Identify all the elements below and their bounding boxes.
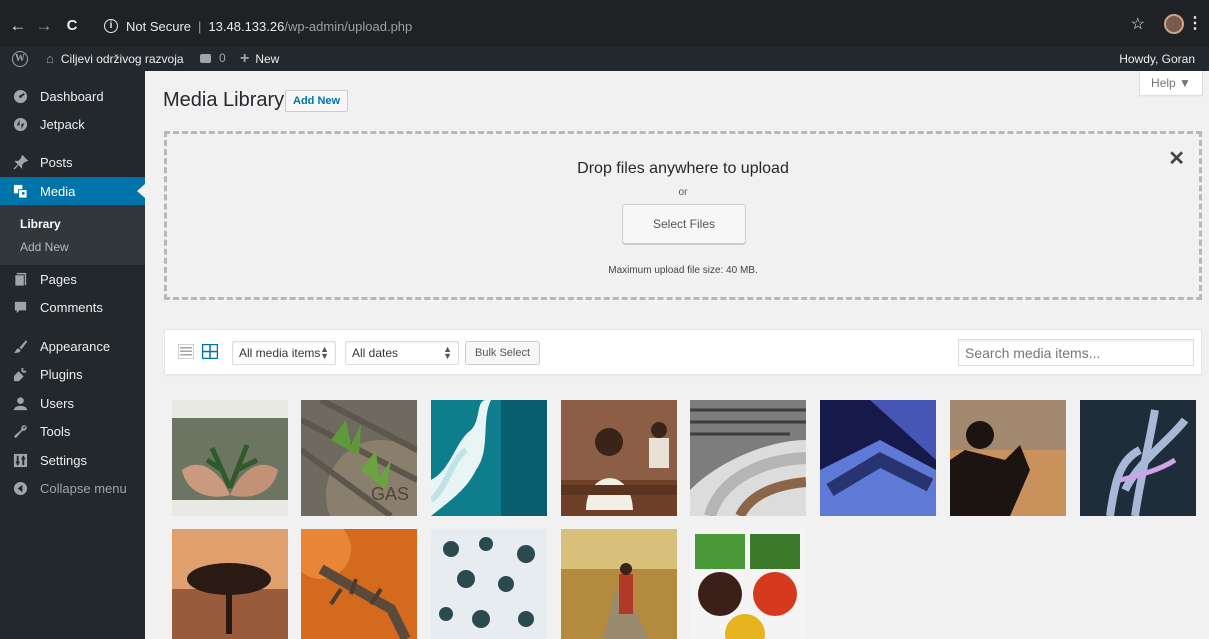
info-icon[interactable]: i bbox=[104, 19, 118, 33]
date-filter[interactable]: All dates ▲ ▼ bbox=[345, 341, 459, 365]
select-arrows-icon: ▲ ▼ bbox=[320, 344, 329, 361]
sidebar-item-comments[interactable]: Comments bbox=[0, 293, 145, 321]
plus-icon: + bbox=[240, 50, 250, 67]
browser-toolbar: ← → C i Not Secure | 13.48.133.26/wp-adm… bbox=[0, 0, 1209, 47]
sidebar-item-label: Appearance bbox=[40, 338, 111, 354]
browser-menu-icon[interactable]: ⋮ bbox=[1187, 13, 1203, 33]
media-thumbnail[interactable] bbox=[172, 400, 288, 516]
add-new-button[interactable]: Add New bbox=[285, 90, 349, 112]
sidebar-item-label: Users bbox=[40, 395, 74, 411]
media-thumbnail[interactable]: GAS bbox=[301, 400, 417, 516]
media-submenu: Library Add New bbox=[0, 205, 145, 265]
sidebar-item-label: Posts bbox=[40, 154, 73, 170]
submenu-library[interactable]: Library bbox=[20, 217, 61, 231]
new-label: New bbox=[255, 52, 280, 66]
drop-instructions: Drop files anywhere to upload bbox=[577, 160, 789, 177]
collapse-icon bbox=[12, 480, 28, 496]
media-thumbnail[interactable] bbox=[690, 529, 806, 639]
max-upload-size: Maximum upload file size: 40 MB. bbox=[608, 265, 758, 276]
profile-avatar[interactable] bbox=[1164, 14, 1184, 34]
sidebar-item-label: Tools bbox=[40, 423, 71, 439]
comment-count: 0 bbox=[219, 51, 226, 65]
media-toolbar: All media items ▲ ▼ All dates ▲ ▼ Bulk Sel… bbox=[164, 329, 1202, 375]
collapse-menu-button[interactable]: Collapse menu bbox=[0, 474, 145, 502]
sidebar-item-label: Jetpack bbox=[40, 116, 85, 132]
sidebar-item-dashboard[interactable]: Dashboard bbox=[0, 82, 145, 110]
sidebar-item-label: Collapse menu bbox=[40, 480, 127, 496]
pages-icon bbox=[12, 271, 28, 287]
users-icon bbox=[12, 395, 28, 411]
admin-bar-new[interactable]: + New bbox=[240, 50, 279, 68]
settings-icon bbox=[12, 452, 28, 468]
reload-icon[interactable]: C bbox=[60, 17, 84, 34]
svg-text:GAS: GAS bbox=[371, 484, 409, 504]
comments-icon bbox=[12, 299, 28, 315]
security-label: Not Secure bbox=[126, 18, 192, 34]
sidebar-item-users[interactable]: Users bbox=[0, 389, 145, 417]
url-host: 13.48.133.26 bbox=[208, 18, 285, 34]
wp-admin-bar: W ⌂ Ciljevi održivog razvoja 0 + New How… bbox=[0, 47, 1209, 71]
drop-or-text: or bbox=[678, 187, 688, 198]
sidebar-item-pages[interactable]: Pages bbox=[0, 265, 145, 293]
site-name: Ciljevi održivog razvoja bbox=[60, 51, 184, 66]
sidebar-item-media[interactable]: Media bbox=[0, 177, 145, 205]
address-separator: | bbox=[198, 18, 202, 34]
select-files-button[interactable]: Select Files bbox=[622, 204, 746, 244]
wrench-icon bbox=[12, 423, 28, 439]
grid-view-icon[interactable] bbox=[201, 343, 219, 360]
search-media-input[interactable] bbox=[958, 339, 1194, 366]
back-icon[interactable]: ← bbox=[6, 16, 30, 36]
admin-sidebar: Dashboard Jetpack Posts Media Library Ad… bbox=[0, 71, 145, 639]
url-path: /wp-admin/upload.php bbox=[284, 18, 413, 34]
wordpress-logo-icon[interactable]: W bbox=[12, 51, 28, 67]
media-thumbnail[interactable] bbox=[950, 400, 1066, 516]
plugin-icon bbox=[12, 366, 28, 382]
forward-icon[interactable]: → bbox=[32, 16, 56, 36]
sidebar-item-tools[interactable]: Tools bbox=[0, 417, 145, 445]
media-thumbnail[interactable] bbox=[561, 529, 677, 639]
home-icon: ⌂ bbox=[46, 51, 54, 66]
sidebar-item-label: Settings bbox=[40, 452, 87, 468]
sidebar-item-label: Plugins bbox=[40, 366, 83, 382]
admin-bar-comments[interactable]: 0 bbox=[200, 51, 226, 65]
sidebar-item-appearance[interactable]: Appearance bbox=[0, 332, 145, 360]
submenu-add-new[interactable]: Add New bbox=[20, 240, 69, 254]
media-thumbnail[interactable] bbox=[1080, 400, 1196, 516]
sidebar-item-plugins[interactable]: Plugins bbox=[0, 360, 145, 388]
upload-dropzone[interactable]: ✕ Drop files anywhere to upload or Selec… bbox=[164, 131, 1202, 300]
bookmark-star-icon[interactable]: ☆ bbox=[1131, 14, 1145, 34]
media-type-filter[interactable]: All media items ▲ ▼ bbox=[232, 341, 336, 365]
help-tab-button[interactable]: Help ▼ bbox=[1139, 71, 1203, 96]
media-thumbnail[interactable] bbox=[690, 400, 806, 516]
media-icon bbox=[12, 183, 28, 199]
media-thumbnail[interactable] bbox=[431, 529, 547, 639]
dashboard-icon bbox=[12, 88, 28, 104]
sidebar-item-label: Pages bbox=[40, 271, 77, 287]
media-thumbnail[interactable] bbox=[431, 400, 547, 516]
select-arrows-icon: ▲ ▼ bbox=[443, 344, 452, 361]
sidebar-item-label: Comments bbox=[40, 299, 103, 315]
site-name-link[interactable]: ⌂ Ciljevi održivog razvoja bbox=[46, 51, 184, 66]
media-thumbnail[interactable] bbox=[301, 529, 417, 639]
sidebar-item-label: Media bbox=[40, 183, 76, 199]
sidebar-item-posts[interactable]: Posts bbox=[0, 148, 145, 176]
list-view-icon[interactable] bbox=[177, 343, 195, 360]
date-filter-value: All dates bbox=[352, 346, 399, 360]
media-thumbnail[interactable] bbox=[172, 529, 288, 639]
howdy-user[interactable]: Howdy, Goran bbox=[1119, 52, 1195, 66]
bulk-select-button[interactable]: Bulk Select bbox=[465, 341, 541, 365]
sidebar-item-settings[interactable]: Settings bbox=[0, 446, 145, 474]
sidebar-item-label: Dashboard bbox=[40, 88, 104, 104]
address-bar[interactable]: i Not Secure | 13.48.133.26/wp-admin/upl… bbox=[104, 15, 412, 37]
page-title: Media Library bbox=[163, 89, 285, 111]
comment-bubble-icon bbox=[200, 53, 211, 63]
pin-icon bbox=[12, 154, 28, 170]
media-thumbnail[interactable] bbox=[820, 400, 936, 516]
sidebar-item-jetpack[interactable]: Jetpack bbox=[0, 110, 145, 138]
media-thumbnail[interactable] bbox=[561, 400, 677, 516]
brush-icon bbox=[12, 338, 28, 354]
media-type-value: All media items bbox=[239, 346, 321, 360]
jetpack-icon bbox=[12, 116, 28, 132]
